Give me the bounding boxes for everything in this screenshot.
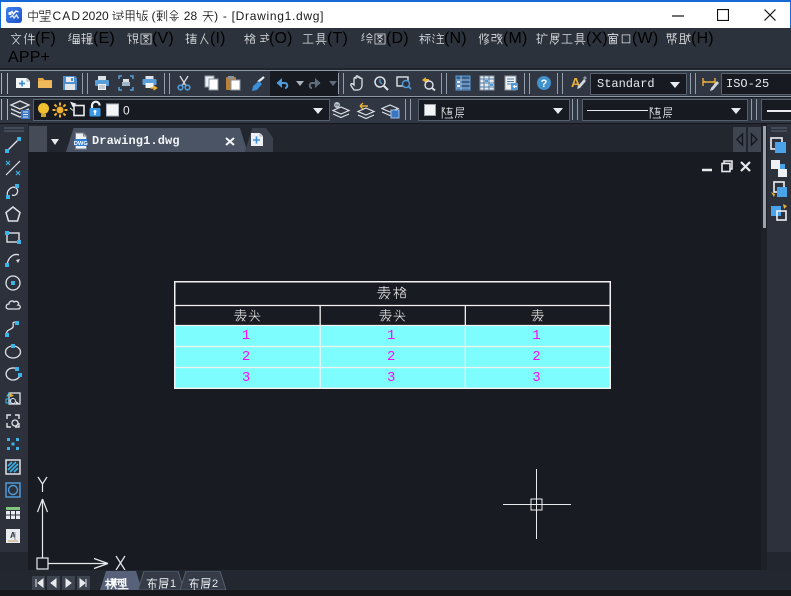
svg-text:?: ? <box>541 78 548 90</box>
svg-text:DWG: DWG <box>74 141 88 147</box>
svg-text:0: 0 <box>123 104 130 118</box>
